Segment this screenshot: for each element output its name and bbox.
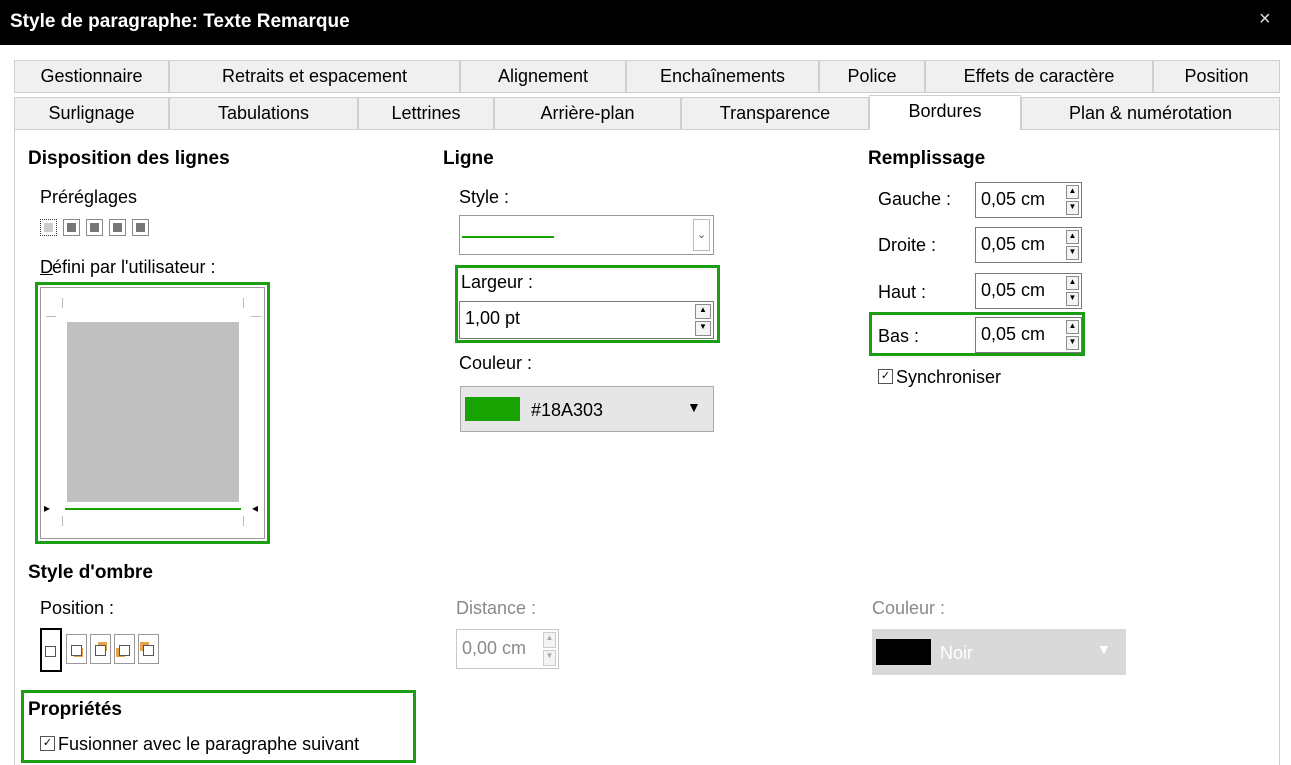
- spin-down-icon[interactable]: ▼: [1066, 201, 1079, 215]
- sync-label: Synchroniser: [896, 367, 1002, 387]
- arrow-right-icon: ▸: [44, 501, 51, 515]
- tab-1-6[interactable]: Effets de caractère: [925, 60, 1153, 93]
- sync-checkbox[interactable]: ✓ Synchroniser: [878, 367, 1001, 388]
- spin-up-icon[interactable]: ▲: [1066, 276, 1079, 290]
- tab-1-1[interactable]: Gestionnaire: [14, 60, 169, 93]
- merge-label: Fusionner avec le paragraphe suivant: [58, 734, 360, 754]
- padding-top-spinbox[interactable]: 0,05 cm ▲ ▼: [975, 273, 1082, 309]
- preview-paragraph-area: [67, 322, 239, 502]
- spin-down-icon[interactable]: ▼: [543, 650, 556, 666]
- user-defined-label: Défini par l'utilisateur :: [40, 257, 216, 277]
- line-color-label: Couleur :: [459, 353, 533, 373]
- merge-checkbox[interactable]: ✓ Fusionner avec le paragraphe suivant: [40, 734, 359, 755]
- shadow-heading: Style d'ombre: [28, 562, 153, 583]
- tab-1-4[interactable]: Enchaînements: [626, 60, 819, 93]
- spin-down-icon[interactable]: ▼: [1066, 336, 1079, 350]
- shadow-position-group: [40, 628, 165, 672]
- shadow-distance-value: 0,00 cm: [462, 638, 527, 658]
- spin-down-icon[interactable]: ▼: [695, 321, 711, 336]
- spin-down-icon[interactable]: ▼: [1066, 246, 1079, 260]
- shadow-distance-label: Distance :: [456, 598, 537, 618]
- padding-bottom-label: Bas :: [878, 326, 920, 346]
- padding-left-value: 0,05 cm: [981, 189, 1046, 209]
- presets-group: [40, 219, 160, 239]
- padding-bottom-value: 0,05 cm: [981, 324, 1046, 344]
- properties-heading: Propriétés: [28, 699, 122, 720]
- spin-down-icon[interactable]: ▼: [1066, 292, 1079, 306]
- shadow-none-icon[interactable]: [40, 628, 62, 672]
- shadow-bottom-right-icon[interactable]: [66, 634, 87, 664]
- tab-1-2[interactable]: Retraits et espacement: [169, 60, 460, 93]
- padding-right-label: Droite :: [878, 235, 937, 255]
- line-width-spinbox[interactable]: 1,00 pt ▲ ▼: [459, 301, 714, 339]
- shadow-color-value: Noir: [940, 643, 974, 663]
- checkbox-checked-icon[interactable]: ✓: [878, 368, 893, 384]
- preview-bottom-border-line: [65, 508, 241, 510]
- arrow-left-icon: ◂: [252, 501, 259, 515]
- preset-box-inner-icon[interactable]: [86, 219, 103, 236]
- line-heading: Ligne: [443, 148, 494, 169]
- line-color-dropdown[interactable]: #18A303 ▼: [460, 386, 714, 432]
- padding-left-spinbox[interactable]: 0,05 cm ▲ ▼: [975, 182, 1082, 218]
- line-color-value: #18A303: [531, 400, 604, 420]
- shadow-top-left-icon[interactable]: [138, 634, 159, 664]
- tab-2-6[interactable]: Bordures: [869, 95, 1021, 130]
- border-preview[interactable]: ▸ ◂: [40, 287, 265, 539]
- line-style-sample: [462, 236, 554, 238]
- presets-label: Préréglages: [40, 187, 138, 207]
- spin-up-icon[interactable]: ▲: [543, 632, 556, 648]
- spin-up-icon[interactable]: ▲: [1066, 185, 1079, 199]
- padding-heading: Remplissage: [868, 148, 986, 169]
- preset-none-icon[interactable]: [40, 219, 57, 236]
- spin-up-icon[interactable]: ▲: [1066, 320, 1079, 334]
- tab-2-4[interactable]: Arrière-plan: [494, 97, 681, 130]
- line-arrangement-heading: Disposition des lignes: [28, 148, 230, 169]
- line-width-label: Largeur :: [461, 272, 534, 292]
- tab-2-2[interactable]: Tabulations: [169, 97, 358, 130]
- spin-up-icon[interactable]: ▲: [1066, 230, 1079, 244]
- tab-2-3[interactable]: Lettrines: [358, 97, 494, 130]
- tab-1-5[interactable]: Police: [819, 60, 925, 93]
- checkbox-checked-icon[interactable]: ✓: [40, 735, 55, 751]
- color-swatch: [876, 639, 931, 665]
- padding-right-value: 0,05 cm: [981, 234, 1046, 254]
- title-bar: Style de paragraphe: Texte Remarque ×: [0, 0, 1291, 45]
- preset-box-icon[interactable]: [63, 219, 80, 236]
- tab-1-3[interactable]: Alignement: [460, 60, 626, 93]
- chevron-down-icon[interactable]: ⌄: [693, 219, 710, 251]
- padding-bottom-spinbox[interactable]: 0,05 cm ▲ ▼: [975, 317, 1082, 353]
- tab-1-7[interactable]: Position: [1153, 60, 1280, 93]
- padding-top-label: Haut :: [878, 282, 927, 302]
- spin-up-icon[interactable]: ▲: [695, 304, 711, 319]
- shadow-distance-spinbox[interactable]: 0,00 cm ▲ ▼: [456, 629, 559, 669]
- preset-top-bottom-icon[interactable]: [109, 219, 126, 236]
- padding-right-spinbox[interactable]: 0,05 cm ▲ ▼: [975, 227, 1082, 263]
- padding-top-value: 0,05 cm: [981, 280, 1046, 300]
- user-defined-label-text: éfini par l'utilisateur :: [52, 257, 216, 277]
- window-title: Style de paragraphe: Texte Remarque: [10, 11, 350, 32]
- line-width-value: 1,00 pt: [465, 308, 521, 328]
- close-icon[interactable]: ×: [1259, 8, 1271, 31]
- shadow-color-dropdown[interactable]: Noir ▼: [872, 629, 1126, 675]
- tab-2-7[interactable]: Plan & numérotation: [1021, 97, 1280, 130]
- color-swatch: [465, 397, 520, 421]
- tab-2-1[interactable]: Surlignage: [14, 97, 169, 130]
- shadow-bottom-left-icon[interactable]: [114, 634, 135, 664]
- line-style-label: Style :: [459, 187, 510, 207]
- padding-left-label: Gauche :: [878, 189, 952, 209]
- shadow-position-label: Position :: [40, 598, 115, 618]
- dropdown-arrow-icon: ▼: [687, 399, 701, 415]
- shadow-color-label: Couleur :: [872, 598, 946, 618]
- tab-2-5[interactable]: Transparence: [681, 97, 869, 130]
- preset-left-right-icon[interactable]: [132, 219, 149, 236]
- dropdown-arrow-icon: ▼: [1097, 641, 1111, 657]
- shadow-top-right-icon[interactable]: [90, 634, 111, 664]
- line-style-dropdown[interactable]: ⌄: [459, 215, 714, 255]
